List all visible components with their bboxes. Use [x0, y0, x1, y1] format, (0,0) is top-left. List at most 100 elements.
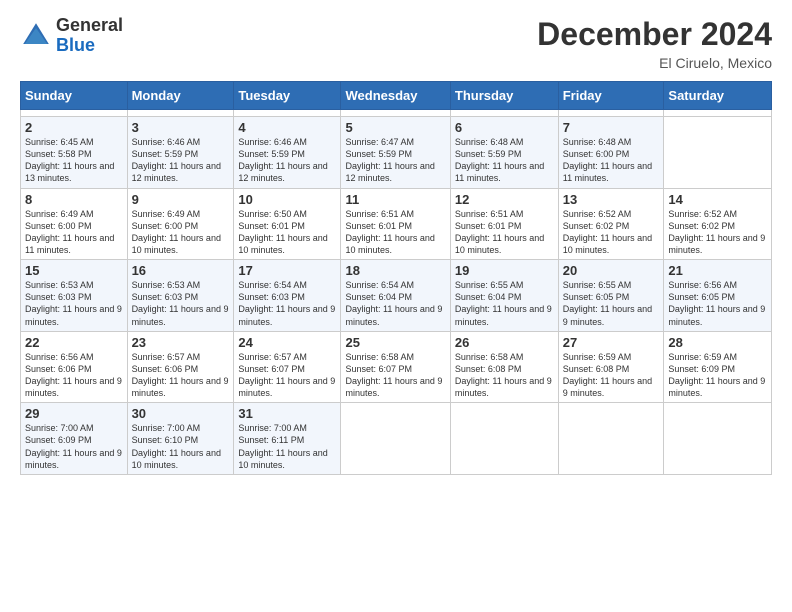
day-number: 12 [455, 192, 554, 207]
day-info: Sunrise: 7:00 AMSunset: 6:11 PMDaylight:… [238, 422, 336, 471]
table-row: 23Sunrise: 6:57 AMSunset: 6:06 PMDayligh… [127, 331, 234, 403]
table-row: 3Sunrise: 6:46 AMSunset: 5:59 PMDaylight… [127, 117, 234, 189]
day-info: Sunrise: 6:51 AMSunset: 6:01 PMDaylight:… [345, 208, 445, 257]
day-info: Sunrise: 6:57 AMSunset: 6:06 PMDaylight:… [132, 351, 230, 400]
day-number: 9 [132, 192, 230, 207]
location: El Ciruelo, Mexico [537, 55, 772, 71]
day-info: Sunrise: 6:56 AMSunset: 6:05 PMDaylight:… [668, 279, 767, 328]
table-row: 11Sunrise: 6:51 AMSunset: 6:01 PMDayligh… [341, 188, 450, 260]
day-number: 5 [345, 120, 445, 135]
table-row: 21Sunrise: 6:56 AMSunset: 6:05 PMDayligh… [664, 260, 772, 332]
table-row: 10Sunrise: 6:50 AMSunset: 6:01 PMDayligh… [234, 188, 341, 260]
day-info: Sunrise: 6:57 AMSunset: 6:07 PMDaylight:… [238, 351, 336, 400]
table-row [341, 403, 450, 475]
calendar-row: 15 Sunrise: 6:53 AMSunset: 6:03 PMDayligh… [21, 260, 772, 332]
day-info: Sunrise: 6:47 AMSunset: 5:59 PMDaylight:… [345, 136, 445, 185]
table-row: 15Sunrise: 6:53 AMSunset: 6:03 PMDayligh… [21, 260, 128, 332]
day-info: Sunrise: 6:52 AMSunset: 6:02 PMDaylight:… [563, 208, 660, 257]
table-row: 8Sunrise: 6:49 AMSunset: 6:00 PMDaylight… [21, 188, 128, 260]
table-row: 14Sunrise: 6:52 AMSunset: 6:02 PMDayligh… [664, 188, 772, 260]
day-number: 23 [132, 335, 230, 350]
day-number: 27 [563, 335, 660, 350]
col-friday: Friday [558, 82, 664, 110]
table-row: 22Sunrise: 6:56 AMSunset: 6:06 PMDayligh… [21, 331, 128, 403]
table-row [234, 110, 341, 117]
day-number: 24 [238, 335, 336, 350]
logo: General Blue [20, 16, 123, 56]
table-row: 4Sunrise: 6:46 AMSunset: 5:59 PMDaylight… [234, 117, 341, 189]
table-row: 29Sunrise: 7:00 AMSunset: 6:09 PMDayligh… [21, 403, 128, 475]
logo-general: General [56, 15, 123, 35]
day-info: Sunrise: 6:59 AMSunset: 6:09 PMDaylight:… [668, 351, 767, 400]
table-row [127, 110, 234, 117]
table-row: 18Sunrise: 6:54 AMSunset: 6:04 PMDayligh… [341, 260, 450, 332]
day-number: 29 [25, 406, 123, 421]
day-number: 20 [563, 263, 660, 278]
day-info: Sunrise: 6:58 AMSunset: 6:08 PMDaylight:… [455, 351, 554, 400]
table-row [341, 110, 450, 117]
table-row: 30Sunrise: 7:00 AMSunset: 6:10 PMDayligh… [127, 403, 234, 475]
table-row: 2Sunrise: 6:45 AMSunset: 5:58 PMDaylight… [21, 117, 128, 189]
day-number: 8 [25, 192, 123, 207]
calendar-row [21, 110, 772, 117]
day-number: 14 [668, 192, 767, 207]
day-info: Sunrise: 6:46 AMSunset: 5:59 PMDaylight:… [132, 136, 230, 185]
table-row: 24Sunrise: 6:57 AMSunset: 6:07 PMDayligh… [234, 331, 341, 403]
day-info: Sunrise: 6:50 AMSunset: 6:01 PMDaylight:… [238, 208, 336, 257]
table-row: 12Sunrise: 6:51 AMSunset: 6:01 PMDayligh… [450, 188, 558, 260]
day-info: Sunrise: 6:53 AMSunset: 6:03 PMDaylight:… [132, 279, 230, 328]
day-info: Sunrise: 7:00 AMSunset: 6:10 PMDaylight:… [132, 422, 230, 471]
day-info: Sunrise: 6:54 AMSunset: 6:03 PMDaylight:… [238, 279, 336, 328]
day-number: 4 [238, 120, 336, 135]
table-row [21, 110, 128, 117]
table-row: 6Sunrise: 6:48 AMSunset: 5:59 PMDaylight… [450, 117, 558, 189]
day-number: 15 [25, 263, 123, 278]
table-row: 25Sunrise: 6:58 AMSunset: 6:07 PMDayligh… [341, 331, 450, 403]
table-row: 28Sunrise: 6:59 AMSunset: 6:09 PMDayligh… [664, 331, 772, 403]
table-row: 7Sunrise: 6:48 AMSunset: 6:00 PMDaylight… [558, 117, 664, 189]
table-row: 17Sunrise: 6:54 AMSunset: 6:03 PMDayligh… [234, 260, 341, 332]
day-number: 13 [563, 192, 660, 207]
col-thursday: Thursday [450, 82, 558, 110]
logo-icon [20, 20, 52, 52]
table-row: 5Sunrise: 6:47 AMSunset: 5:59 PMDaylight… [341, 117, 450, 189]
col-saturday: Saturday [664, 82, 772, 110]
table-row: 27Sunrise: 6:59 AMSunset: 6:08 PMDayligh… [558, 331, 664, 403]
day-info: Sunrise: 6:56 AMSunset: 6:06 PMDaylight:… [25, 351, 123, 400]
day-number: 11 [345, 192, 445, 207]
col-wednesday: Wednesday [341, 82, 450, 110]
header: General Blue December 2024 El Ciruelo, M… [20, 16, 772, 71]
table-row [450, 110, 558, 117]
col-sunday: Sunday [21, 82, 128, 110]
day-number: 17 [238, 263, 336, 278]
day-info: Sunrise: 6:48 AMSunset: 5:59 PMDaylight:… [455, 136, 554, 185]
logo-blue: Blue [56, 35, 95, 55]
day-number: 26 [455, 335, 554, 350]
day-number: 3 [132, 120, 230, 135]
title-block: December 2024 El Ciruelo, Mexico [537, 16, 772, 71]
day-info: Sunrise: 6:48 AMSunset: 6:00 PMDaylight:… [563, 136, 660, 185]
day-info: Sunrise: 6:46 AMSunset: 5:59 PMDaylight:… [238, 136, 336, 185]
day-number: 28 [668, 335, 767, 350]
day-info: Sunrise: 7:00 AMSunset: 6:09 PMDaylight:… [25, 422, 123, 471]
day-number: 31 [238, 406, 336, 421]
calendar-page: General Blue December 2024 El Ciruelo, M… [0, 0, 792, 612]
table-row: 13Sunrise: 6:52 AMSunset: 6:02 PMDayligh… [558, 188, 664, 260]
day-info: Sunrise: 6:55 AMSunset: 6:04 PMDaylight:… [455, 279, 554, 328]
calendar-row: 8Sunrise: 6:49 AMSunset: 6:00 PMDaylight… [21, 188, 772, 260]
table-row [558, 110, 664, 117]
day-number: 18 [345, 263, 445, 278]
calendar-header-row: Sunday Monday Tuesday Wednesday Thursday… [21, 82, 772, 110]
day-number: 22 [25, 335, 123, 350]
table-row: 19Sunrise: 6:55 AMSunset: 6:04 PMDayligh… [450, 260, 558, 332]
calendar-table: Sunday Monday Tuesday Wednesday Thursday… [20, 81, 772, 475]
table-row: 9Sunrise: 6:49 AMSunset: 6:00 PMDaylight… [127, 188, 234, 260]
calendar-row: 2Sunrise: 6:45 AMSunset: 5:58 PMDaylight… [21, 117, 772, 189]
day-info: Sunrise: 6:49 AMSunset: 6:00 PMDaylight:… [25, 208, 123, 257]
calendar-row: 22Sunrise: 6:56 AMSunset: 6:06 PMDayligh… [21, 331, 772, 403]
day-number: 6 [455, 120, 554, 135]
table-row [558, 403, 664, 475]
day-number: 7 [563, 120, 660, 135]
table-row [664, 403, 772, 475]
day-number: 2 [25, 120, 123, 135]
